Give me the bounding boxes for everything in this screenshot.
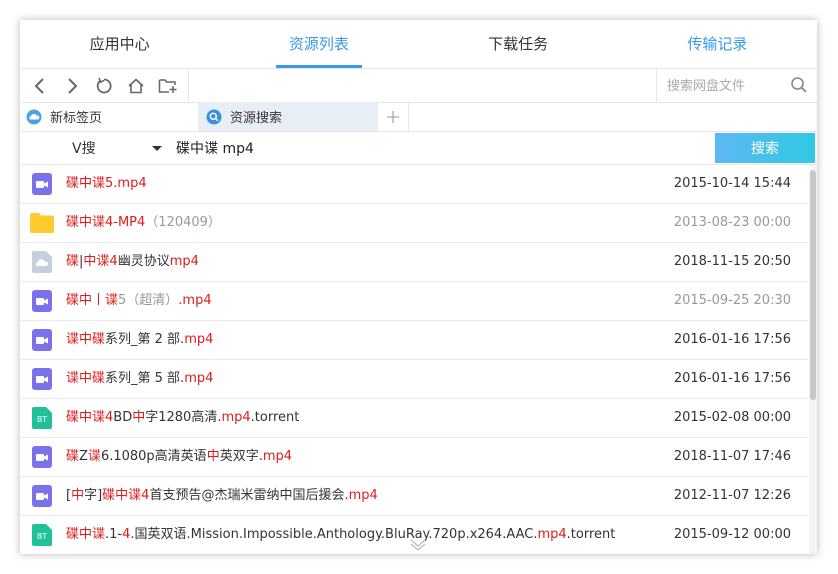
video-icon: [32, 446, 52, 468]
video-icon: [32, 485, 52, 507]
result-name: 碟中丨谍5（超清）.mp4: [66, 293, 212, 308]
folder-icon: [30, 213, 54, 235]
app-window: 应用中心 资源列表 下载任务 传输记录 新标签页: [20, 20, 817, 554]
cloud-file-icon: [32, 251, 52, 273]
result-date: 2015-09-25 20:30: [673, 293, 791, 308]
video-icon: [32, 368, 52, 390]
search-button[interactable]: 搜索: [715, 133, 815, 163]
result-date: 2012-11-07 12:26: [673, 488, 791, 503]
browser-tab-label: 资源搜索: [230, 111, 283, 126]
search-engine-select[interactable]: V搜: [72, 132, 166, 164]
video-icon: [32, 329, 52, 351]
result-row[interactable]: 碟中丨谍5（超清）.mp4 2015-09-25 20:30: [20, 282, 808, 321]
result-name: 碟中谍5.mp4: [66, 176, 147, 191]
result-row[interactable]: [中字]碟中谍4首支预告@杰瑞米雷纳中国后援会.mp4 2012-11-07 12…: [20, 477, 808, 516]
result-name: [中字]碟中谍4首支预告@杰瑞米雷纳中国后援会.mp4: [66, 488, 378, 503]
refresh-icon: [96, 77, 112, 93]
chevron-down-icon[interactable]: [408, 538, 428, 550]
bt-icon: BT: [32, 524, 52, 546]
search-engine-label: V搜: [72, 141, 96, 157]
browser-tab-new[interactable]: 新标签页: [20, 102, 198, 131]
results-list: 碟中谍5.mp4 2015-10-14 15:44 碟中谍4-MP4（120409）…: [20, 165, 808, 554]
home-button[interactable]: [120, 70, 152, 102]
search-icon[interactable]: [790, 76, 808, 94]
result-row[interactable]: 碟中谍4-MP4（120409） 2013-08-23 00:00: [20, 204, 808, 243]
tab-resource-list[interactable]: 资源列表: [219, 20, 418, 68]
result-name: 谍中碟系列_第 5 部.mp4: [66, 371, 214, 386]
result-row[interactable]: 碟|中谍4幽灵协议mp4 2018-11-15 20:50: [20, 243, 808, 282]
caret-down-icon: [152, 146, 162, 151]
result-date: 2016-01-16 17:56: [673, 371, 791, 386]
resource-search-input[interactable]: [170, 136, 706, 160]
result-name: 碟Z谍6.1080p高清英语中英双字.mp4: [66, 449, 293, 464]
disk-search-input[interactable]: [665, 74, 787, 98]
result-date: 2016-01-16 17:56: [673, 332, 791, 347]
search-icon: [206, 109, 222, 125]
add-tab-button[interactable]: [378, 102, 409, 131]
result-name: 碟|中谍4幽灵协议mp4: [66, 254, 199, 269]
result-name: 碟中谍4-MP4（120409）: [66, 215, 221, 230]
top-nav: 应用中心 资源列表 下载任务 传输记录: [20, 20, 817, 68]
result-date: 2015-10-14 15:44: [673, 176, 791, 191]
toolbar-divider: [188, 69, 189, 102]
back-button[interactable]: [24, 70, 56, 102]
result-date: 2018-11-07 17:46: [673, 449, 791, 464]
plus-icon: [387, 110, 399, 123]
result-name: 碟中谍.1-4.国英双语.Mission.Impossible.Antholog…: [66, 527, 616, 542]
video-icon: [32, 290, 52, 312]
disk-search-box: [656, 69, 817, 102]
browser-tabs: 新标签页 资源搜索: [20, 102, 817, 132]
chevron-right-icon: [68, 77, 78, 94]
result-date: 2013-08-23 00:00: [673, 215, 791, 230]
query-bar: V搜 搜索: [20, 132, 817, 165]
result-name: 谍中碟系列_第 2 部.mp4: [66, 332, 214, 347]
browser-tab-resource-search[interactable]: 资源搜索: [198, 102, 378, 131]
home-icon: [128, 77, 144, 93]
result-row[interactable]: BT 碟中谍4BD中字1280高清.mp4.torrent 2015-02-08 0…: [20, 399, 808, 438]
tab-transfer-records[interactable]: 传输记录: [618, 20, 817, 68]
svg-text:BT: BT: [37, 532, 47, 541]
result-date: 2015-09-12 00:00: [673, 527, 791, 542]
cloud-icon: [26, 109, 42, 125]
tab-app-center[interactable]: 应用中心: [20, 20, 219, 68]
result-date: 2018-11-15 20:50: [673, 254, 791, 269]
bt-icon: BT: [32, 407, 52, 429]
toolbar: [20, 68, 817, 103]
result-row[interactable]: 谍中碟系列_第 2 部.mp4 2016-01-16 17:56: [20, 321, 808, 360]
folder-add-icon: [158, 78, 177, 93]
forward-button[interactable]: [56, 70, 88, 102]
result-date: 2015-02-08 00:00: [673, 410, 791, 425]
tab-download-tasks[interactable]: 下载任务: [419, 20, 618, 68]
refresh-button[interactable]: [88, 70, 120, 102]
browser-tab-label: 新标签页: [50, 111, 103, 126]
svg-text:BT: BT: [37, 415, 47, 424]
video-icon: [32, 173, 52, 195]
result-row[interactable]: 谍中碟系列_第 5 部.mp4 2016-01-16 17:56: [20, 360, 808, 399]
result-name: 碟中谍4BD中字1280高清.mp4.torrent: [66, 410, 300, 425]
new-folder-button[interactable]: [152, 70, 184, 102]
scrollbar-thumb[interactable]: [810, 170, 816, 400]
result-row[interactable]: 碟Z谍6.1080p高清英语中英双字.mp4 2018-11-07 17:46: [20, 438, 808, 477]
result-row[interactable]: 碟中谍5.mp4 2015-10-14 15:44: [20, 165, 808, 204]
chevron-left-icon: [34, 77, 44, 94]
